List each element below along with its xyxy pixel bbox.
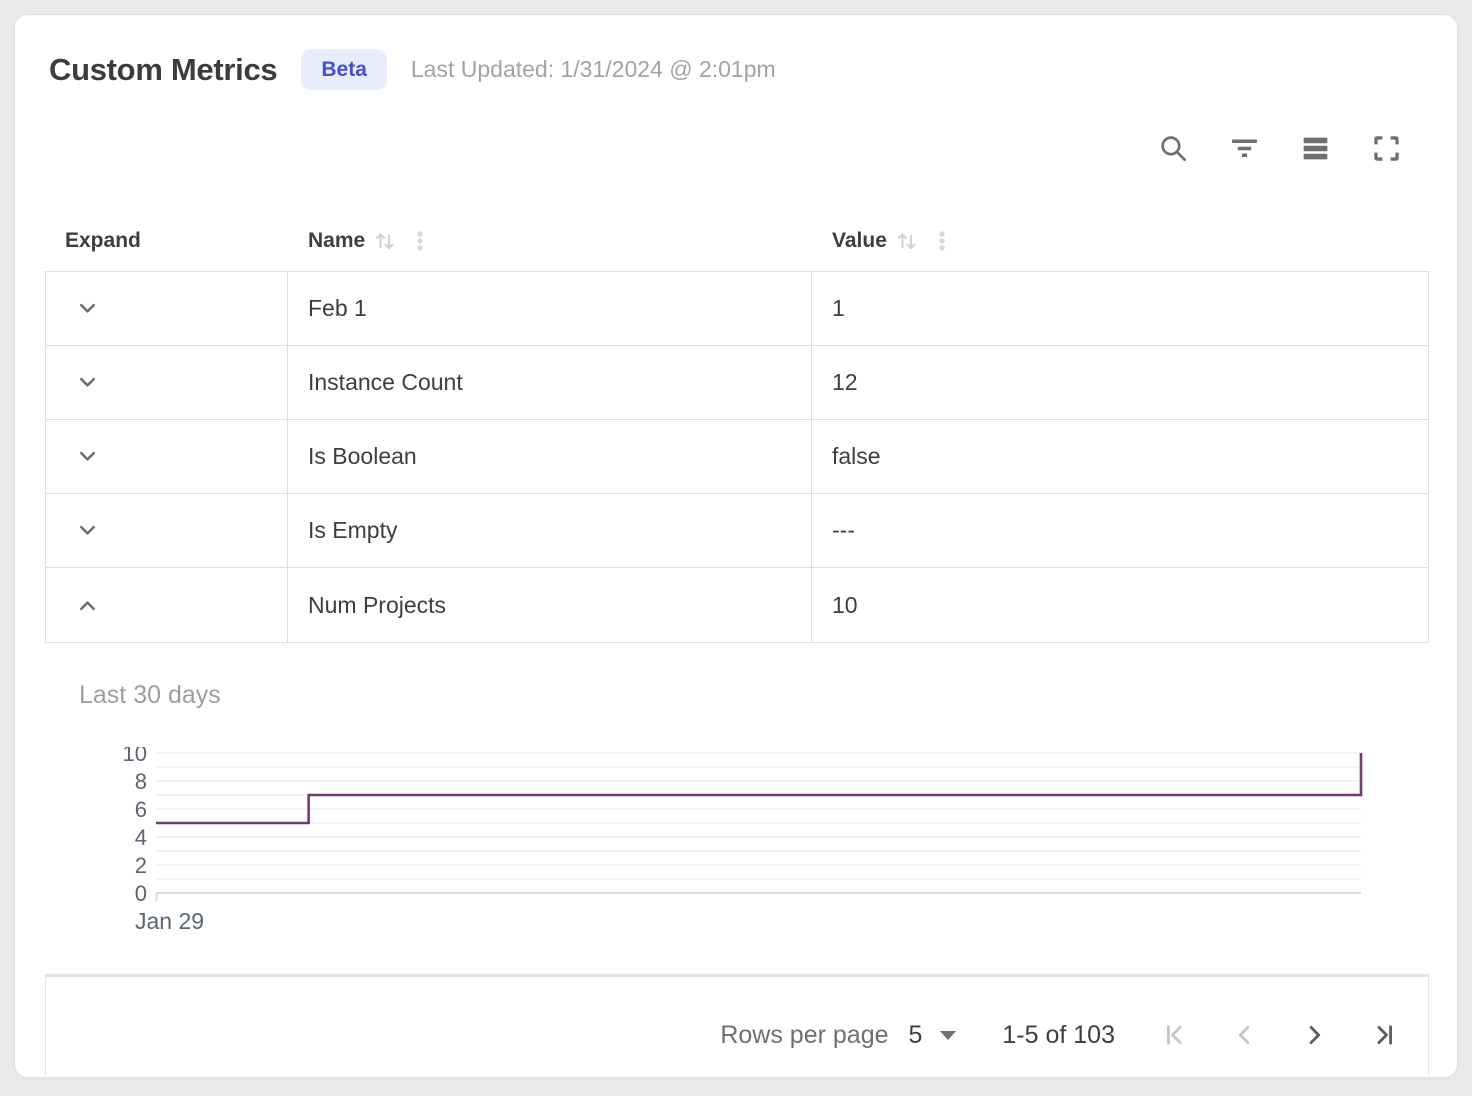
header: Custom Metrics Beta Last Updated: 1/31/2… — [49, 49, 776, 90]
table-header-row: Expand Name — [45, 211, 1429, 271]
expand-row-chevron-icon[interactable] — [74, 370, 100, 396]
x-axis-tick-label: Jan 29 — [135, 908, 204, 934]
metric-value-cell: 10 — [812, 568, 1428, 642]
next-page-icon[interactable] — [1299, 1020, 1329, 1050]
metric-value-cell: --- — [812, 494, 1428, 567]
table-row: Num Projects10 — [46, 568, 1428, 642]
metric-name-cell: Num Projects — [288, 568, 812, 642]
table-row: Instance Count12 — [46, 346, 1428, 420]
fullscreen-icon[interactable] — [1369, 131, 1403, 165]
metric-name-cell: Is Empty — [288, 494, 812, 567]
column-label: Name — [308, 229, 365, 253]
y-axis-tick-label: 10 — [123, 747, 147, 766]
expand-cell — [46, 420, 288, 493]
expand-cell — [46, 568, 288, 642]
y-axis-tick-label: 8 — [135, 769, 147, 794]
column-header-expand: Expand — [45, 229, 288, 253]
first-page-icon — [1161, 1020, 1191, 1050]
sort-icon[interactable] — [373, 228, 397, 254]
filter-icon[interactable] — [1227, 131, 1261, 165]
column-menu-icon[interactable] — [411, 228, 429, 254]
expand-cell — [46, 494, 288, 567]
y-axis-tick-label: 6 — [135, 797, 147, 822]
expand-row-chevron-icon[interactable] — [74, 444, 100, 470]
metric-value-cell: 12 — [812, 346, 1428, 419]
expand-cell — [46, 346, 288, 419]
chart-title: Last 30 days — [79, 681, 221, 710]
density-icon[interactable] — [1298, 131, 1332, 165]
metric-name-cell: Is Boolean — [288, 420, 812, 493]
table-row: Feb 11 — [46, 272, 1428, 346]
collapse-row-chevron-icon[interactable] — [74, 592, 100, 618]
expand-row-chevron-icon[interactable] — [74, 518, 100, 544]
dropdown-arrow-icon — [940, 1031, 956, 1040]
page-title: Custom Metrics — [49, 52, 277, 88]
expand-cell — [46, 272, 288, 345]
metric-value-cell: false — [812, 420, 1428, 493]
pagination-range-label: 1-5 of 103 — [1002, 1021, 1115, 1050]
rows-per-page-select[interactable]: 5 — [909, 1021, 957, 1050]
page-background: Custom Metrics Beta Last Updated: 1/31/2… — [0, 0, 1472, 1096]
metric-trend-chart: 0 2 4 6 8 10 Jan 29 — [101, 747, 1391, 947]
rows-per-page-label: Rows per page — [720, 1021, 888, 1050]
y-axis-tick-label: 4 — [135, 825, 147, 850]
y-axis-tick-label: 2 — [135, 853, 147, 878]
metric-value-cell: 1 — [812, 272, 1428, 345]
sort-icon[interactable] — [895, 228, 919, 254]
metric-name-cell: Instance Count — [288, 346, 812, 419]
metric-trend-line — [156, 753, 1361, 823]
column-menu-icon[interactable] — [933, 228, 951, 254]
last-updated-text: Last Updated: 1/31/2024 @ 2:01pm — [411, 56, 776, 83]
rows-per-page-value: 5 — [909, 1021, 923, 1050]
table-row: Is Empty--- — [46, 494, 1428, 568]
pagination-controls — [1161, 1020, 1398, 1050]
expand-row-chevron-icon[interactable] — [74, 296, 100, 322]
y-axis-tick-label: 0 — [135, 881, 147, 906]
custom-metrics-card: Custom Metrics Beta Last Updated: 1/31/2… — [14, 14, 1458, 1078]
metrics-table: Expand Name — [45, 211, 1429, 643]
metric-name-cell: Feb 1 — [288, 272, 812, 345]
column-header-name: Name — [288, 228, 812, 254]
column-label: Value — [832, 229, 887, 253]
search-icon[interactable] — [1156, 131, 1190, 165]
column-header-value: Value — [812, 228, 1429, 254]
table-toolbar — [1156, 131, 1403, 165]
table-footer: Rows per page 5 1-5 of 103 — [45, 974, 1429, 1079]
table-body: Feb 11Instance Count12Is BooleanfalseIs … — [45, 271, 1429, 643]
previous-page-icon — [1230, 1020, 1260, 1050]
last-page-icon[interactable] — [1368, 1020, 1398, 1050]
beta-badge: Beta — [301, 49, 387, 90]
table-row: Is Booleanfalse — [46, 420, 1428, 494]
column-label: Expand — [65, 229, 141, 253]
